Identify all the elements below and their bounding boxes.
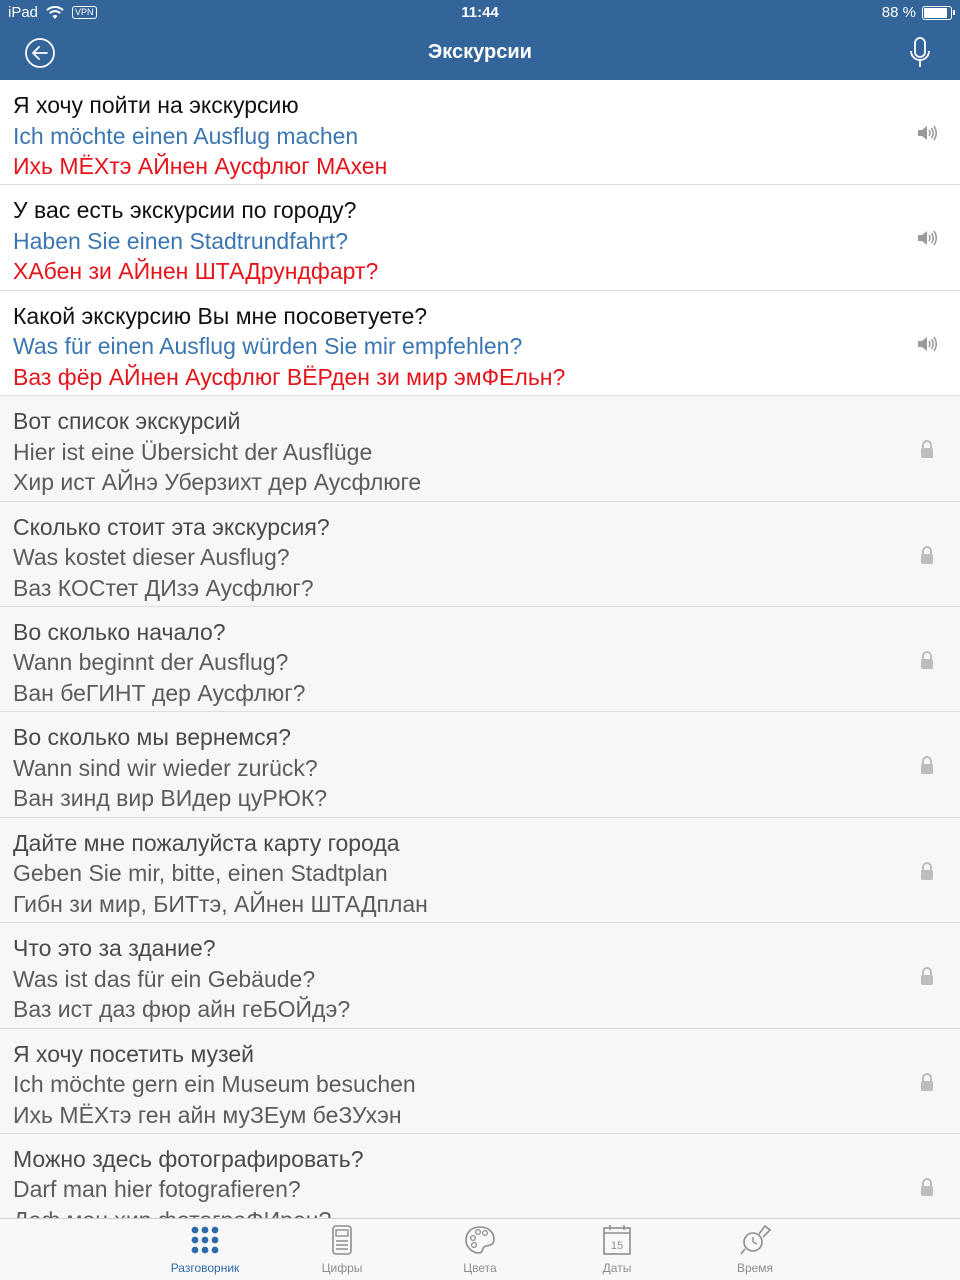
calculator-icon [332, 1225, 352, 1255]
phrase-german: Wann sind wir wieder zurück? [13, 754, 318, 781]
tab-0[interactable]: Разговорник [150, 1223, 260, 1275]
phrase-transcription: Гибн зи мир, БИТтэ, АЙнен ШТАДплан [13, 890, 428, 917]
tab-label: Цифры [321, 1261, 363, 1275]
phrase-transcription: Ихь МЁХтэ АЙнен Аусфлюг МАхен [13, 153, 388, 179]
phrase-russian: У вас есть экскурсии по городу? [13, 197, 357, 224]
phrase-russian: Во сколько начало? [13, 618, 226, 645]
battery-icon [922, 5, 955, 20]
tab-2[interactable]: Цвета [425, 1223, 535, 1275]
phrase-russian: Я хочу пойти на экскурсию [13, 92, 299, 118]
phrase-german: Geben Sie mir, bitte, einen Stadtplan [13, 860, 388, 887]
tab-label: Даты [602, 1261, 632, 1275]
microphone-icon[interactable] [908, 36, 932, 70]
phrase-row[interactable]: Дайте мне пожалуйста карту города Geben S… [0, 817, 960, 924]
phrase-german: Was für einen Ausflug würden Sie mir emp… [13, 333, 523, 360]
tab-4[interactable]: Время [700, 1223, 810, 1275]
phrase-german: Was kostet dieser Ausflug? [13, 544, 290, 571]
tab-1[interactable]: Цифры [287, 1223, 397, 1275]
phrase-row[interactable]: Я хочу пойти на экскурсию Ich möchte eine… [0, 80, 960, 186]
phrase-list[interactable]: Я хочу пойти на экскурсию Ich möchte eine… [0, 80, 960, 1218]
phrase-german: Ich möchte gern ein Museum besuchen [13, 1071, 416, 1098]
speaker-icon[interactable] [916, 122, 938, 144]
phrase-german: Was ist das für ein Gebäude? [13, 965, 316, 992]
phrase-row[interactable]: У вас есть экскурсии по городу? Haben Sie… [0, 185, 960, 291]
phrase-row[interactable]: Во сколько мы вернемся? Wann sind wir wie… [0, 712, 960, 818]
battery-fill [924, 7, 947, 18]
phrase-russian: Какой экскурсию Вы мне посоветуете? [13, 302, 428, 329]
speaker-icon[interactable] [916, 227, 938, 249]
phrase-german: Darf man hier fotografieren? [13, 1176, 301, 1203]
phrase-german: Haben Sie einen Stadtrundfahrt? [13, 227, 349, 254]
status-right: 88 % [881, 4, 955, 21]
lock-icon [921, 967, 933, 986]
phrase-russian: Что это за здание? [13, 935, 216, 962]
lock-icon [921, 861, 933, 880]
tab-3[interactable]: 15 Даты [562, 1223, 672, 1275]
lock-icon [921, 545, 933, 564]
phrase-transcription: ХАбен зи АЙнен ШТАДрундфарт? [13, 258, 379, 285]
phrase-transcription: Ван зинд вир ВИдер цуРЮК? [13, 785, 328, 812]
lock-icon [921, 650, 933, 669]
phrase-russian: Сколько стоит эта экскурсия? [13, 513, 330, 540]
watch-icon [740, 1224, 772, 1255]
phrase-german: Hier ist eine Übersicht der Ausflüge [13, 438, 373, 465]
tab-label: Время [736, 1261, 774, 1275]
status-time: 11:44 [461, 4, 499, 21]
phrase-row[interactable]: Что это за здание? Was ist das für ein Ge… [0, 923, 960, 1029]
phrase-russian: Вот список экскурсий [13, 408, 241, 435]
phrase-row[interactable]: Во сколько начало? Wann beginnt der Ausfl… [0, 606, 960, 713]
phrase-transcription: Хир ист АЙнэ Уберзихт дер Аусфлюге [13, 469, 422, 496]
calendar-day: 15 [611, 1240, 623, 1252]
lock-icon [921, 440, 933, 459]
page-title: Экскурсии [428, 41, 532, 63]
phrase-row[interactable]: Сколько стоит эта экскурсия? Was kostet d… [0, 501, 960, 607]
lock-icon [921, 1177, 933, 1196]
lock-icon [921, 756, 933, 775]
phrase-row[interactable]: Я хочу посетить музей Ich möchte gern ein… [0, 1028, 960, 1134]
phrase-russian: Дайте мне пожалуйста карту города [13, 829, 400, 856]
phrase-transcription: Ваз фёр АЙнен Аусфлюг ВЁРден зи мир эмФЕ… [13, 363, 566, 390]
phrase-german: Ich möchte einen Ausflug machen [13, 122, 359, 149]
phrase-transcription: Ван беГИНТ дер Аусфлюг? [13, 679, 306, 706]
phrase-russian: Я хочу посетить музей [13, 1040, 254, 1067]
tab-bar: Разговорник Цифры Цвета 15 Даты Время [0, 1218, 960, 1280]
phrase-transcription: Даф ман хир фотограФИрен? [13, 1205, 960, 1218]
phrase-transcription: Ваз КОСтет ДИзэ Аусфлюг? [13, 574, 314, 601]
palette-icon [465, 1226, 495, 1254]
phrase-german: Wann beginnt der Ausflug? [13, 649, 289, 676]
phrase-russian: Во сколько мы вернемся? [13, 724, 291, 751]
lock-icon [921, 1072, 933, 1091]
phrase-transcription: Ваз ист даз фюр айн геБОЙдэ? [13, 996, 351, 1023]
phrase-russian: Можно здесь фотографировать? [13, 1145, 364, 1172]
grid-dots-icon [191, 1226, 219, 1254]
tab-label: Цвета [463, 1261, 497, 1275]
speaker-icon[interactable] [916, 333, 938, 355]
phrase-row[interactable]: Какой экскурсию Вы мне посоветуете? Was f… [0, 290, 960, 397]
status-bar: iPad VPN 11:44 88 % [0, 0, 960, 26]
phrase-row[interactable]: Вот список экскурсий Hier ist eine Übersi… [0, 396, 960, 502]
navigation-bar: Экскурсии [0, 26, 960, 80]
calendar-icon: 15 [603, 1225, 631, 1255]
battery-percent: 88 % [881, 4, 916, 21]
phrase-row[interactable]: Можно здесь фотографировать? Darf man hie… [0, 1133, 960, 1218]
phrase-transcription: Ихь МЁХтэ ген айн муЗЕум беЗУхэн [13, 1101, 402, 1128]
tab-label: Разговорник [170, 1261, 240, 1275]
